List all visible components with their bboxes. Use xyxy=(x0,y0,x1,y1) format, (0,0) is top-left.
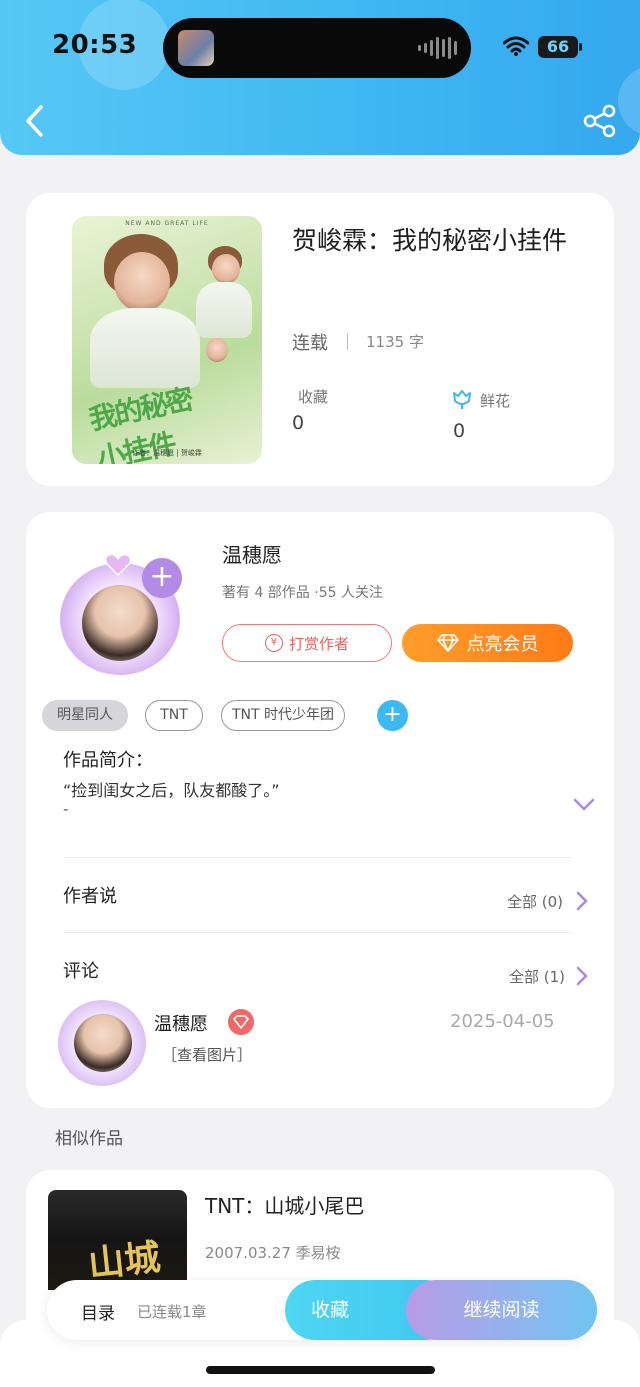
collect-count: 0 xyxy=(292,412,305,434)
table-of-contents-button[interactable]: 目录 xyxy=(81,1299,115,1324)
book-cover[interactable]: NEW AND GREAT LIFE 我的秘密小挂件 作者：温穗愿 | 贺峻霖 xyxy=(72,216,262,464)
avatar-photo xyxy=(82,585,158,661)
book-title: 贺峻霖：我的秘密小挂件 xyxy=(292,226,568,255)
collect-label: 收藏 xyxy=(298,388,329,406)
vip-button[interactable]: 点亮会员 xyxy=(402,624,573,662)
tag-item[interactable]: TNT xyxy=(145,700,203,731)
diamond-icon xyxy=(436,634,459,652)
divider xyxy=(347,334,348,350)
divider xyxy=(63,857,573,858)
author-meta: 著有 4 部作品 ·55 人关注 xyxy=(222,585,383,601)
heart-icon xyxy=(104,553,132,577)
intro-title: 作品简介： xyxy=(63,750,153,771)
cover-figure-face xyxy=(114,252,170,312)
comments-title: 评论 xyxy=(63,961,99,982)
avatar-photo xyxy=(74,1014,132,1072)
similar-work-subtitle: 2007.03.27 季易桉 xyxy=(205,1244,341,1262)
similar-work-cover[interactable]: 山城 xyxy=(48,1190,187,1290)
similar-cover-title-art: 山城 xyxy=(86,1237,163,1286)
wifi-icon xyxy=(503,36,529,56)
cover-top-text: NEW AND GREAT LIFE xyxy=(125,220,209,227)
decor-bubble xyxy=(618,66,640,136)
author-says-all-link[interactable]: 全部 (0) xyxy=(507,891,563,912)
cover-figure-body xyxy=(90,308,200,388)
author-says-title: 作者说 xyxy=(63,886,117,907)
cover-figure-face xyxy=(206,338,228,362)
now-playing-thumbnail xyxy=(178,30,214,66)
divider xyxy=(63,932,573,933)
expand-intro-chevron-icon[interactable] xyxy=(572,797,596,813)
comments-all-link[interactable]: 全部 (1) xyxy=(509,966,565,987)
comment-text[interactable]: ［查看图片］ xyxy=(162,1044,252,1065)
home-indicator xyxy=(206,1366,435,1374)
share-button[interactable] xyxy=(582,104,618,138)
tag-item[interactable]: TNT 时代少年团 xyxy=(221,700,345,731)
cover-author-line: 作者：温穗愿 | 贺峻霖 xyxy=(132,449,202,457)
header-bar: 20:53 66 xyxy=(0,0,640,155)
chevron-right-icon[interactable] xyxy=(575,965,589,987)
word-count: 1135 字 xyxy=(366,333,424,351)
status-time: 20:53 xyxy=(52,30,138,60)
follow-author-button[interactable]: + xyxy=(142,558,182,598)
cover-figure-body xyxy=(196,282,252,338)
tip-author-label: 打赏作者 xyxy=(288,634,349,653)
add-tag-button[interactable]: + xyxy=(377,700,408,731)
flower-icon[interactable] xyxy=(450,387,474,411)
cover-figure-face xyxy=(212,254,240,284)
continue-reading-button[interactable]: 继续阅读 xyxy=(406,1280,597,1340)
tip-author-button[interactable]: ¥ 打赏作者 xyxy=(222,624,392,662)
vip-label: 点亮会员 xyxy=(466,634,539,655)
battery-cap xyxy=(579,43,582,51)
battery-indicator: 66 xyxy=(538,36,578,58)
commenter-name[interactable]: 温穗愿 xyxy=(154,1010,208,1036)
similar-work-title[interactable]: TNT：山城小尾巴 xyxy=(205,1190,364,1219)
chevron-right-icon[interactable] xyxy=(575,890,589,912)
chapter-count[interactable]: 已连载1章 xyxy=(137,1301,207,1322)
flower-count: 0 xyxy=(453,420,466,442)
flower-label: 鲜花 xyxy=(480,392,511,410)
intro-dash: - xyxy=(63,800,69,818)
tag-item[interactable]: 明星同人 xyxy=(42,700,128,731)
dynamic-island[interactable] xyxy=(163,18,471,78)
comment-date: 2025-04-05 xyxy=(450,1011,555,1032)
audio-wave-icon xyxy=(418,36,457,60)
similar-works-title: 相似作品 xyxy=(55,1129,123,1149)
vip-badge-icon xyxy=(228,1009,254,1035)
back-button[interactable] xyxy=(22,104,48,138)
serial-status: 连载 xyxy=(292,333,328,354)
commenter-avatar[interactable] xyxy=(56,990,148,1090)
coin-icon: ¥ xyxy=(264,634,283,652)
intro-text: “捡到闺女之后，队友都酸了。” xyxy=(63,781,280,800)
author-name[interactable]: 温穗愿 xyxy=(222,539,282,568)
